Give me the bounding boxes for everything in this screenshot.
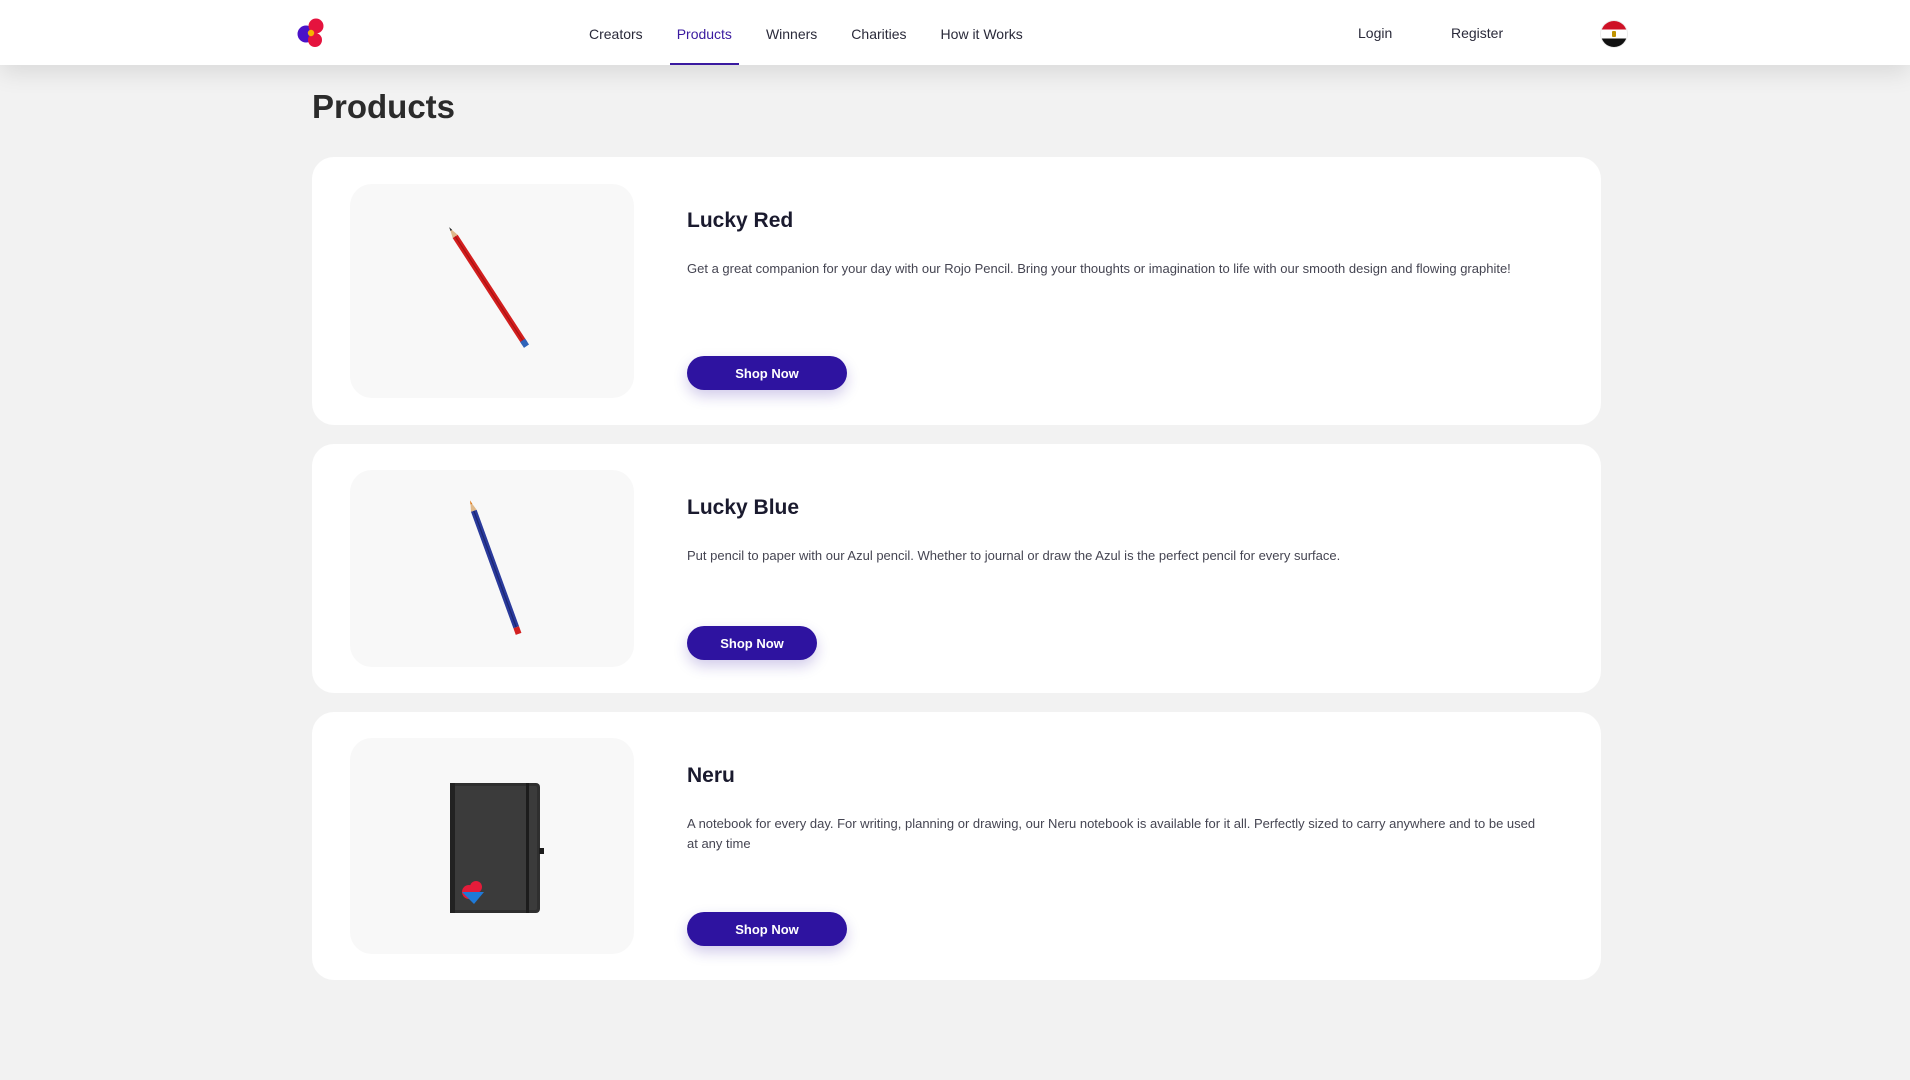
- main-nav: Creators Products Winners Charities How …: [572, 0, 1040, 65]
- nav-charities[interactable]: Charities: [834, 0, 923, 65]
- shop-now-button[interactable]: Shop Now: [687, 626, 817, 660]
- product-card-lucky-blue: Lucky Blue Put pencil to paper with our …: [312, 444, 1601, 693]
- product-image-frame[interactable]: [350, 184, 634, 398]
- product-description: Get a great companion for your day with …: [687, 261, 1511, 276]
- product-description: Put pencil to paper with our Azul pencil…: [687, 548, 1341, 563]
- nav-creators[interactable]: Creators: [572, 0, 660, 65]
- product-name: Lucky Red: [687, 209, 794, 232]
- brand-logo-icon[interactable]: [295, 15, 327, 49]
- nav-how-it-works[interactable]: How it Works: [924, 0, 1040, 65]
- nav-winners[interactable]: Winners: [749, 0, 834, 65]
- product-image-frame[interactable]: [350, 470, 634, 667]
- product-card-lucky-red: Lucky Red Get a great companion for your…: [312, 157, 1601, 425]
- product-name: Neru: [687, 764, 735, 787]
- nav-products[interactable]: Products: [660, 0, 749, 65]
- notebook-image: [450, 783, 544, 913]
- register-link[interactable]: Register: [1451, 0, 1503, 65]
- top-navigation-bar: Creators Products Winners Charities How …: [0, 0, 1910, 65]
- product-name: Lucky Blue: [687, 496, 800, 519]
- product-info: Lucky Red Get a great companion for your…: [687, 209, 1541, 390]
- login-link[interactable]: Login: [1358, 0, 1392, 65]
- product-description: A notebook for every day. For writing, p…: [687, 816, 1536, 851]
- shop-now-button[interactable]: Shop Now: [687, 912, 847, 946]
- blue-pencil-image: [470, 500, 522, 635]
- red-pencil-image: [449, 227, 530, 348]
- flag-emblem: [1612, 31, 1616, 37]
- shop-now-button[interactable]: Shop Now: [687, 356, 847, 390]
- egypt-flag-icon[interactable]: [1601, 21, 1627, 47]
- product-info: Lucky Blue Put pencil to paper with our …: [687, 496, 1541, 660]
- product-image-frame[interactable]: [350, 738, 634, 954]
- page-title: Products: [312, 88, 456, 125]
- product-card-neru: Neru A notebook for every day. For writi…: [312, 712, 1601, 980]
- product-info: Neru A notebook for every day. For writi…: [687, 764, 1541, 946]
